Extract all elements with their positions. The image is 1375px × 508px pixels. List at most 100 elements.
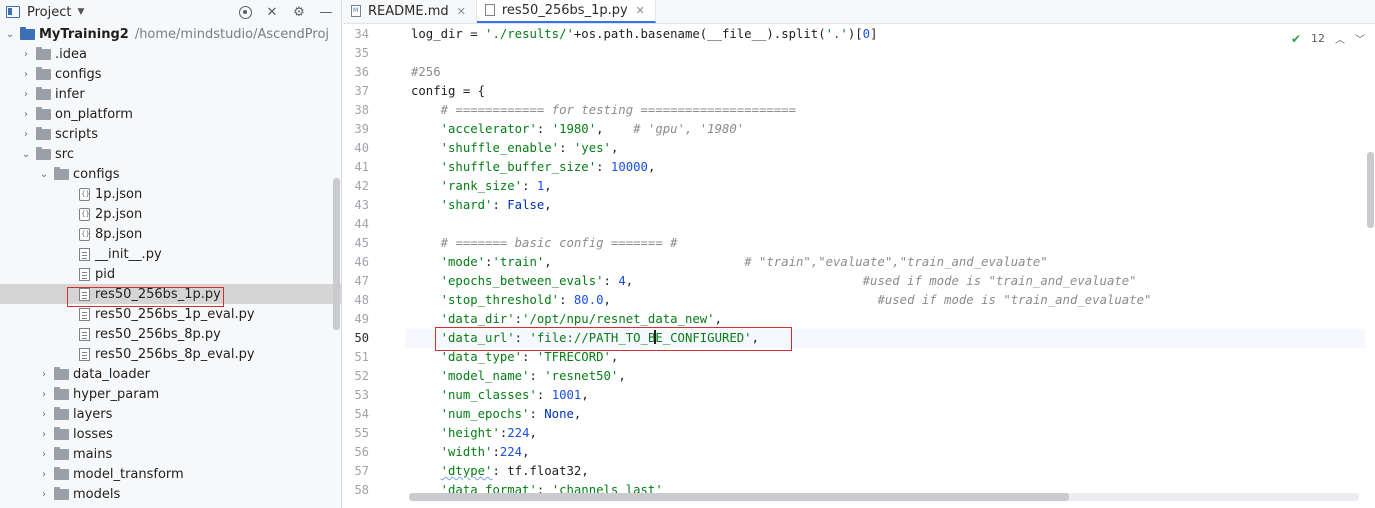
tree-item-pid[interactable]: pid xyxy=(0,264,341,284)
code-token: )[ xyxy=(847,27,863,41)
chevron-right-icon[interactable]: › xyxy=(20,69,32,80)
line-number: 46 xyxy=(354,255,369,269)
code-token: , xyxy=(529,426,537,440)
folder-icon xyxy=(54,166,69,180)
tab-label: res50_256bs_1p.py xyxy=(501,2,628,18)
json-file-icon xyxy=(79,207,90,221)
code-token: '1980' xyxy=(551,122,597,136)
tree-item-2p-json[interactable]: 2p.json xyxy=(0,204,341,224)
chevron-right-icon[interactable]: › xyxy=(38,429,50,440)
code-line: 'num_epochs': None, xyxy=(405,405,1365,424)
scrollbar-vertical[interactable] xyxy=(1367,152,1374,228)
code-line: # ======= basic config ======= # xyxy=(405,234,1365,253)
minimize-icon[interactable]: — xyxy=(317,3,335,21)
chevron-right-icon[interactable]: › xyxy=(20,109,32,120)
scrollbar-horizontal[interactable] xyxy=(409,493,1359,501)
line-number: 48 xyxy=(354,293,369,307)
chevron-right-icon[interactable]: › xyxy=(20,89,32,100)
chevron-right-icon[interactable]: › xyxy=(20,49,32,60)
code-token: +os.path.basename( xyxy=(573,27,708,41)
code-line: 'mode':'train', # "train","evaluate","tr… xyxy=(405,253,1365,272)
code-token: 'file://PATH_TO_B xyxy=(529,331,656,345)
tree-item-1p-json[interactable]: 1p.json xyxy=(0,184,341,204)
code-line: 'rank_size': 1, xyxy=(405,177,1365,196)
close-icon[interactable]: ✕ xyxy=(457,5,466,18)
chevron-right-icon[interactable]: › xyxy=(38,409,50,420)
code-token: , xyxy=(618,369,626,383)
scrollbar-thumb[interactable] xyxy=(409,493,1069,501)
tree-item-res50-256bs-1p-eval[interactable]: res50_256bs_1p_eval.py xyxy=(0,304,341,324)
code-token: 'height' xyxy=(440,426,500,440)
python-file-icon xyxy=(79,327,90,341)
chevron-down-icon[interactable]: ▼ xyxy=(77,7,84,17)
code-token: , xyxy=(647,160,656,174)
tree-item-res50-256bs-8p[interactable]: res50_256bs_8p.py xyxy=(0,324,341,344)
tree-item-layers[interactable]: › layers xyxy=(0,404,341,424)
tree-item-label: src xyxy=(55,146,74,162)
line-number: 54 xyxy=(354,407,369,421)
code-token: 'data_type' xyxy=(440,350,523,364)
chevron-down-icon[interactable]: ⌄ xyxy=(38,169,50,180)
code-token: 'rank_size' xyxy=(440,179,523,193)
code-token: : xyxy=(559,293,574,307)
code-area[interactable]: log_dir = './results/'+os.path.basename(… xyxy=(405,25,1365,495)
chevron-down-icon[interactable]: ⌄ xyxy=(20,149,32,160)
code-token: E_CONFIGURED' xyxy=(655,331,752,345)
line-number: 38 xyxy=(354,103,369,117)
tree-item-losses[interactable]: › losses xyxy=(0,424,341,444)
tree-item-hyper-param[interactable]: › hyper_param xyxy=(0,384,341,404)
folder-icon xyxy=(36,46,51,60)
code-token: = xyxy=(462,27,486,41)
tree-root[interactable]: ⌄ MyTraining2 /home/mindstudio/AscendPro… xyxy=(0,24,341,44)
close-icon[interactable]: ✕ xyxy=(636,4,645,17)
code-token: , xyxy=(603,293,611,307)
code-token: , xyxy=(544,198,552,212)
code-line: # ============ for testing =============… xyxy=(405,101,1365,120)
chevron-right-icon[interactable]: › xyxy=(38,369,50,380)
chevron-right-icon[interactable]: › xyxy=(38,469,50,480)
chevron-right-icon[interactable]: › xyxy=(38,389,50,400)
line-number: 51 xyxy=(354,350,369,364)
tree-item-src[interactable]: ⌄ src xyxy=(0,144,341,164)
scrollbar-vertical[interactable] xyxy=(333,178,340,330)
locate-icon[interactable] xyxy=(236,3,254,21)
chevron-right-icon[interactable]: › xyxy=(38,489,50,500)
chevron-right-icon[interactable]: › xyxy=(20,129,32,140)
text-file-icon xyxy=(79,267,90,281)
line-number: 35 xyxy=(354,46,369,60)
tree-item-data-loader[interactable]: › data_loader xyxy=(0,364,341,384)
code-line: 'epochs_between_evals': 4, #used if mode… xyxy=(405,272,1365,291)
tree-item-8p-json[interactable]: 8p.json xyxy=(0,224,341,244)
tree-item-idea[interactable]: › .idea xyxy=(0,44,341,64)
tree-item-scripts[interactable]: › scripts xyxy=(0,124,341,144)
chevron-down-icon[interactable]: ⌄ xyxy=(4,29,16,40)
code-token: : xyxy=(603,274,619,288)
chevron-right-icon[interactable]: › xyxy=(38,449,50,460)
tree-item-init-py[interactable]: __init__.py xyxy=(0,244,341,264)
code-token: ).split( xyxy=(766,27,826,41)
tree-item-configs[interactable]: › configs xyxy=(0,64,341,84)
collapse-icon[interactable]: ✕ xyxy=(263,3,281,21)
tree-item-label: hyper_param xyxy=(73,386,160,402)
tab-readme[interactable]: README.md ✕ xyxy=(343,0,477,23)
tree-item-res50-256bs-1p[interactable]: res50_256bs_1p.py xyxy=(0,284,341,304)
folder-icon xyxy=(54,466,69,480)
folder-icon xyxy=(54,406,69,420)
code-token: 80.0 xyxy=(573,293,604,307)
tree-item-on-platform[interactable]: › on_platform xyxy=(0,104,341,124)
tree-item-infer[interactable]: › infer xyxy=(0,84,341,104)
code-token: 'shuffle_enable' xyxy=(440,141,560,155)
gear-icon[interactable]: ⚙ xyxy=(290,3,308,21)
tree-item-label: model_transform xyxy=(73,466,184,482)
tab-res50-256bs-1p[interactable]: res50_256bs_1p.py ✕ xyxy=(476,0,656,23)
tree-item-model-transform[interactable]: › model_transform xyxy=(0,464,341,484)
project-panel: Project ▼ ✕ ⚙ — ⌄ MyTraining2 /home/mind… xyxy=(0,0,342,508)
tree-item-res50-256bs-8p-eval[interactable]: res50_256bs_8p_eval.py xyxy=(0,344,341,364)
panel-toolbar: ✕ ⚙ — xyxy=(236,3,335,21)
tree-item-mains[interactable]: › mains xyxy=(0,444,341,464)
folder-icon xyxy=(20,26,35,40)
tree-item-src-configs[interactable]: ⌄ configs xyxy=(0,164,341,184)
tree-item-models[interactable]: › models xyxy=(0,484,341,504)
tree-item-label: configs xyxy=(55,66,102,82)
line-number: 42 xyxy=(354,179,369,193)
